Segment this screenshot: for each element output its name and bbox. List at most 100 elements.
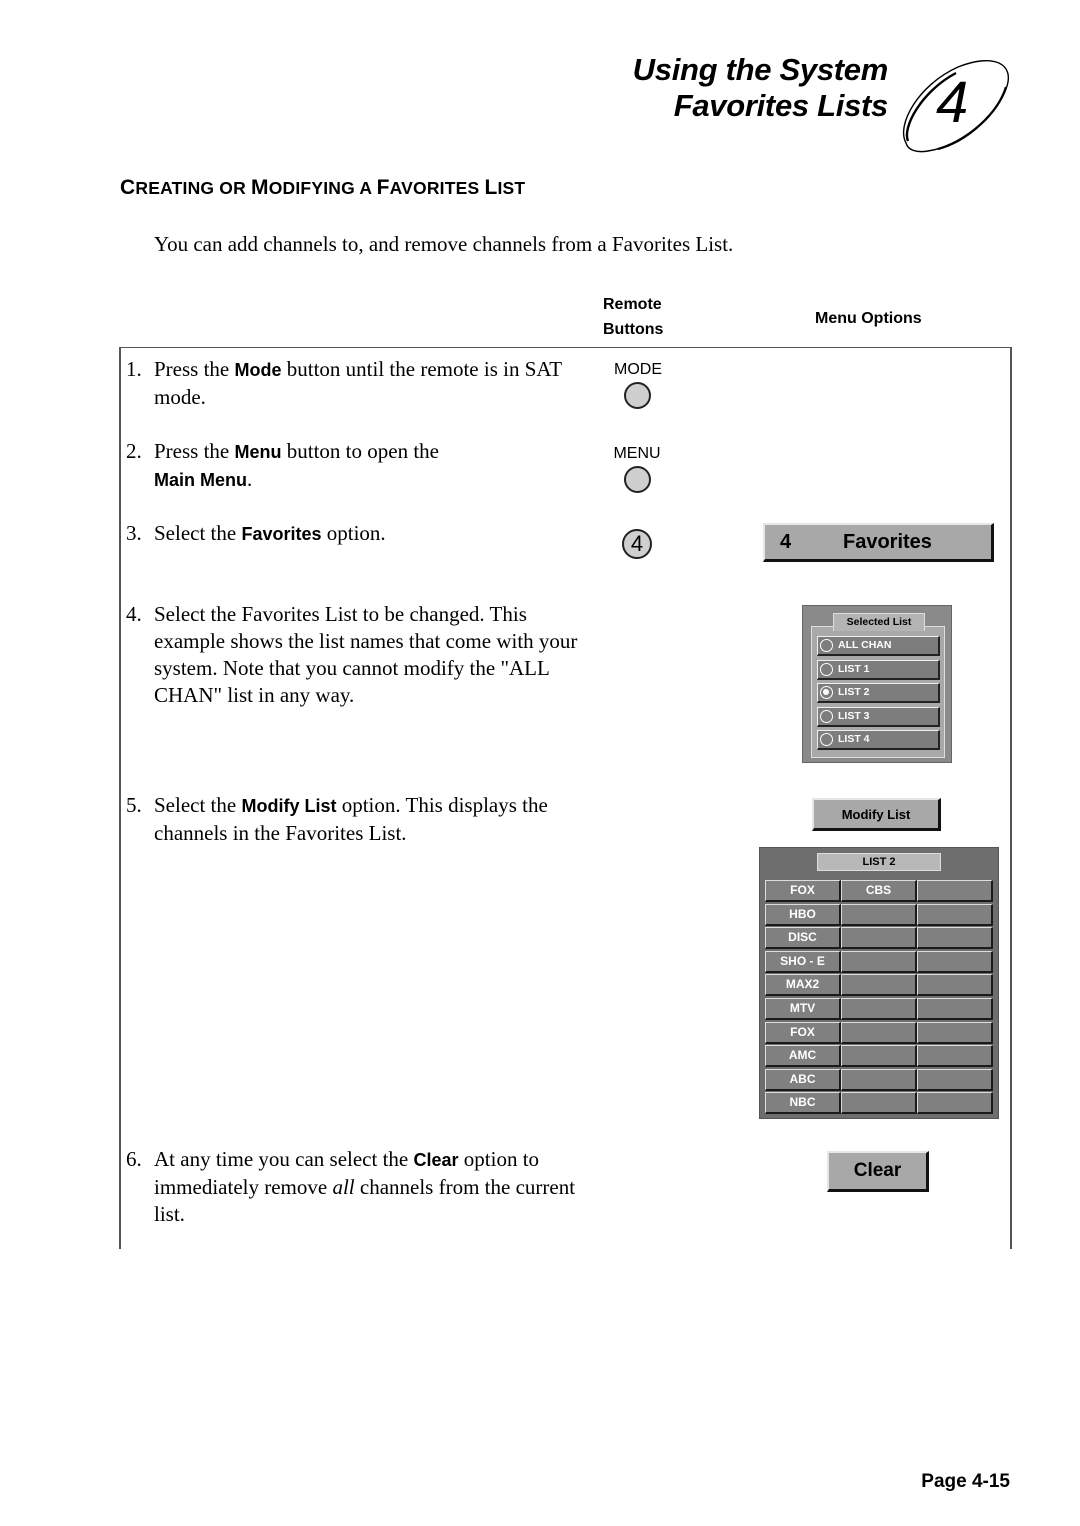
empty-channel-cell[interactable] <box>841 1021 917 1044</box>
step-number: 4. <box>126 602 142 626</box>
empty-channel-cell[interactable] <box>917 880 993 902</box>
mode-button-label: MODE <box>614 361 662 378</box>
empty-channel-cell[interactable] <box>917 974 993 997</box>
table-frame-top <box>120 347 1012 348</box>
menu-button-label: MENU <box>613 445 661 462</box>
column-header-remote-buttons: Remote Buttons <box>603 292 663 342</box>
step-keyword: Modify List <box>241 796 337 816</box>
favorites-menu-option[interactable]: 4 Favorites <box>763 523 994 562</box>
empty-channel-cell[interactable] <box>841 927 917 950</box>
channel-cell[interactable]: MAX2 <box>765 974 841 997</box>
step-4: 4. Select the Favorites List to be chang… <box>126 601 588 709</box>
chapter-badge: 4 <box>898 55 1016 155</box>
empty-channel-cell[interactable] <box>917 1045 993 1068</box>
step-emphasis: all <box>332 1175 355 1199</box>
step-2: 2. Press the Menu button to open the Mai… <box>126 438 596 494</box>
step-6: 6. At any time you can select the Clear … <box>126 1146 588 1228</box>
empty-channel-cell[interactable] <box>917 998 993 1020</box>
list-option-list-4[interactable]: LIST 4 <box>817 730 940 750</box>
empty-channel-cell[interactable] <box>841 1068 917 1091</box>
step-number: 6. <box>126 1147 142 1171</box>
list-option-label: LIST 3 <box>838 709 870 722</box>
page-number: Page 4-15 <box>921 1471 1010 1492</box>
column-header-remote-line1: Remote <box>603 296 662 313</box>
empty-channel-cell[interactable] <box>841 998 917 1020</box>
empty-channel-cell[interactable] <box>841 974 917 997</box>
empty-channel-cell[interactable] <box>841 1092 917 1115</box>
channel-list-panel: LIST 2 FOX CBS HBO DISC SHO - E MAX2 MTV FOX AMC… <box>759 847 999 1119</box>
heading-rest: ODIFYING A <box>268 178 377 198</box>
empty-channel-cell[interactable] <box>917 1068 993 1091</box>
list-option-label: LIST 4 <box>838 733 870 745</box>
channel-cell[interactable]: NBC <box>765 1092 841 1115</box>
channel-list-title: LIST 2 <box>817 853 941 871</box>
step-text: option. <box>321 521 386 545</box>
step-keyword: Clear <box>413 1150 459 1170</box>
step-text: Select the Favorites List to be changed.… <box>154 602 578 707</box>
heading-rest: IST <box>497 178 526 198</box>
column-header-menu-options: Menu Options <box>815 310 922 327</box>
heading-initial: M <box>251 176 269 199</box>
step-number: 2. <box>126 439 142 463</box>
channel-cell[interactable]: AMC <box>765 1045 841 1068</box>
step-text: At any time you can select the <box>154 1147 414 1171</box>
list-option-list-2[interactable]: LIST 2 <box>817 683 940 703</box>
chapter-title-line1: Using the System <box>632 52 889 87</box>
empty-channel-cell[interactable] <box>917 927 993 950</box>
step-number: 5. <box>126 793 142 817</box>
empty-channel-cell[interactable] <box>841 1045 917 1068</box>
channel-cell[interactable]: DISC <box>765 927 841 950</box>
channel-cell[interactable]: CBS <box>841 880 917 902</box>
empty-channel-cell[interactable] <box>917 903 993 926</box>
selected-list-title: Selected List <box>833 613 925 631</box>
heading-initial: C <box>120 176 136 199</box>
step-keyword: Menu <box>234 442 282 462</box>
heading-rest: REATING OR <box>135 178 252 198</box>
step-5: 5. Select the Modify List option. This d… <box>126 792 596 847</box>
radio-unselected-icon <box>820 662 833 676</box>
list-option-list-3[interactable]: LIST 3 <box>817 706 940 727</box>
heading-rest: AVORITES <box>389 178 485 198</box>
radio-unselected-icon <box>820 639 833 652</box>
selected-list-panel: Selected List ALL CHAN LIST 1 LIST 2 LIST 3… <box>802 605 952 763</box>
step-text: button to open the <box>281 439 439 463</box>
intro-text: You can add channels to, and remove chan… <box>154 232 734 256</box>
step-keyword: Main Menu <box>154 470 247 490</box>
channel-cell[interactable]: MTV <box>765 998 841 1020</box>
empty-channel-cell[interactable] <box>917 1021 993 1044</box>
list-option-label: LIST 2 <box>838 686 870 698</box>
mode-button-icon <box>624 382 651 409</box>
step-text: Select the <box>154 793 242 817</box>
channel-cell[interactable]: FOX <box>765 880 841 902</box>
list-option-label: ALL CHAN <box>838 639 892 651</box>
step-3: 3. Select the Favorites option. <box>126 520 596 548</box>
radio-unselected-icon <box>820 733 833 746</box>
step-number: 1. <box>126 357 142 381</box>
empty-channel-cell[interactable] <box>841 950 917 973</box>
channel-cell[interactable]: ABC <box>765 1068 841 1091</box>
step-text: . <box>247 467 253 491</box>
section-heading: CREATING OR MODIFYING A FAVORITES LIST <box>120 176 525 200</box>
empty-channel-cell[interactable] <box>917 950 993 973</box>
list-option-list-1[interactable]: LIST 1 <box>817 659 940 680</box>
chapter-title: Using the System Favorites Lists <box>632 52 889 124</box>
empty-channel-cell[interactable] <box>841 903 917 926</box>
modify-list-button[interactable]: Modify List <box>812 798 941 831</box>
menu-button-icon <box>624 466 651 493</box>
step-number: 3. <box>126 521 142 545</box>
empty-channel-cell[interactable] <box>917 1092 993 1115</box>
table-frame-left <box>119 347 121 1249</box>
chapter-number: 4 <box>936 70 969 135</box>
table-frame-right <box>1010 347 1012 1249</box>
step-text: Press the <box>154 357 235 381</box>
favorites-option-label: Favorites <box>843 530 932 553</box>
step-keyword: Favorites <box>241 524 322 544</box>
channel-cell[interactable]: FOX <box>765 1021 841 1044</box>
list-option-label: LIST 1 <box>838 662 870 675</box>
channel-cell[interactable]: SHO - E <box>765 950 841 973</box>
list-option-all-chan[interactable]: ALL CHAN <box>817 636 940 656</box>
clear-button[interactable]: Clear <box>827 1151 929 1192</box>
favorites-option-number: 4 <box>780 530 792 553</box>
channel-cell[interactable]: HBO <box>765 903 841 926</box>
step-1: 1. Press the Mode button until the remot… <box>126 356 596 411</box>
